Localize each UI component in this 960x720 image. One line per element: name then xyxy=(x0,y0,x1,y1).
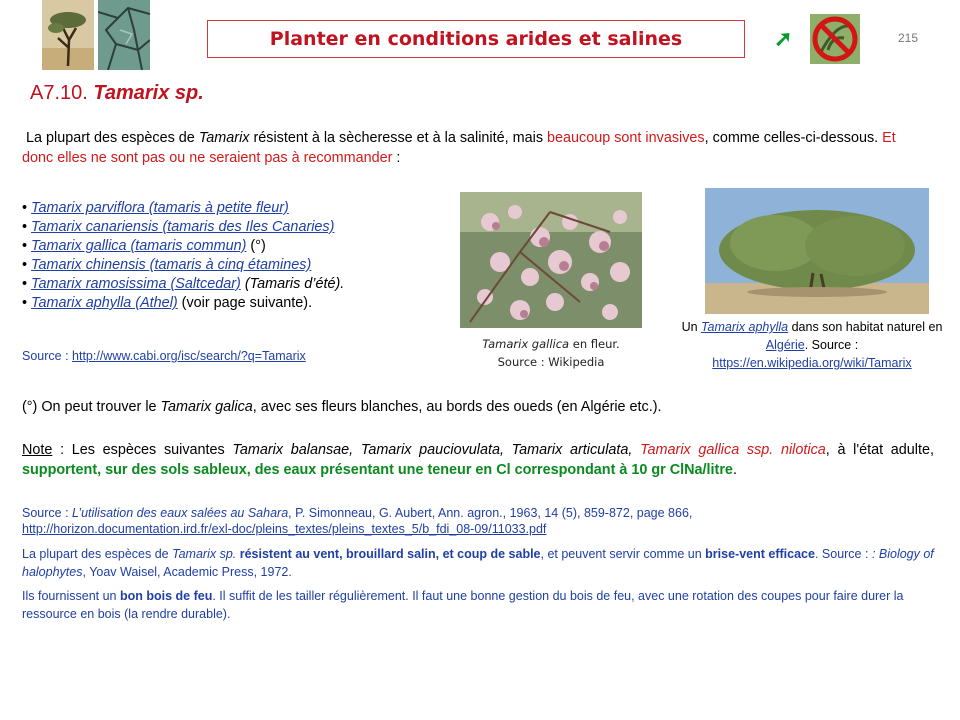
source-text: , P. Simonneau, G. Aubert, Ann. agron., … xyxy=(288,506,693,520)
page-number: 215 xyxy=(898,31,919,45)
caption-text: . Source : xyxy=(804,338,859,352)
species-link[interactable]: Tamarix chinensis (tamaris à cinq étamin… xyxy=(31,257,311,273)
para-bold: résistent au vent, brouillard salin, et … xyxy=(236,547,541,561)
intro-text: , comme celles-ci-dessous. xyxy=(704,130,883,146)
species-link[interactable]: Tamarix parviflora (tamaris à petite fle… xyxy=(31,200,289,216)
note-text: : Les espèces suivantes xyxy=(52,442,233,458)
caption-text: en fleur. xyxy=(569,337,620,351)
title-box: Planter en conditions arides et salines xyxy=(207,20,745,58)
cracked-soil-icon xyxy=(98,0,150,70)
species-list: • Tamarix parviflora (tamaris à petite f… xyxy=(22,199,462,313)
arrow-icon: ➚ xyxy=(774,26,793,51)
para-bold: bon bois de feu xyxy=(119,589,213,603)
caption-source: Source : Wikipedia xyxy=(497,355,605,369)
note-bold-green: supportent, sur des sols sableux, des ea… xyxy=(22,462,733,478)
para-text: La plupart des espèces de xyxy=(22,547,173,561)
note-galica: (°) On peut trouver le Tamarix galica, a… xyxy=(22,397,942,417)
tamarix-gallica-photo xyxy=(460,192,642,328)
photo2-caption: Un Tamarix aphylla dans son habitat natu… xyxy=(670,318,954,372)
para-text: , Yoav Waisel, Academic Press, 1972. xyxy=(82,565,292,579)
note-text: , à l'état adulte, xyxy=(825,442,934,458)
para-text: Ils fournissent un xyxy=(22,589,120,603)
note-species: Tamarix galica xyxy=(160,399,253,415)
list-item: • Tamarix gallica (tamaris commun) (°) xyxy=(22,237,462,256)
list-item: • Tamarix parviflora (tamaris à petite f… xyxy=(22,199,462,218)
note-species: Tamarix balansae, Tamarix pauciovulata, … xyxy=(232,442,641,458)
algerie-link[interactable]: Algérie xyxy=(766,338,805,352)
species-link[interactable]: Tamarix aphylla (Athel) xyxy=(31,295,178,311)
para-text: , et peuvent servir comme un xyxy=(540,547,706,561)
bullet: • xyxy=(22,295,28,311)
list-item: • Tamarix canariensis (tamaris des Iles … xyxy=(22,218,462,237)
note-text: . xyxy=(732,462,737,478)
species-link[interactable]: Tamarix ramosissima (Saltcedar) xyxy=(31,276,241,292)
page-title: Planter en conditions arides et salines xyxy=(269,28,683,50)
section-title: A7.10. Tamarix sp. xyxy=(30,82,204,105)
para-bold: brise-vent efficace xyxy=(705,547,815,561)
no-invasive-plant-icon xyxy=(810,14,860,64)
caption-text: Un xyxy=(681,320,702,334)
note-text: (°) On peut trouver le xyxy=(22,399,161,415)
note-species-red: Tamarix gallica ssp. nilotica xyxy=(640,442,826,458)
source-simonneau: Source : L’utilisation des eaux salées a… xyxy=(22,505,942,537)
aphylla-link[interactable]: Tamarix aphylla xyxy=(701,320,788,334)
intro-invasive: beaucoup sont invasives xyxy=(547,130,705,146)
intro-genus: Tamarix xyxy=(198,130,250,146)
note-text: , avec ses fleurs blanches, au bords des… xyxy=(252,399,662,415)
list-item: • Tamarix chinensis (tamaris à cinq étam… xyxy=(22,256,462,275)
windbreak-paragraph: La plupart des espèces de Tamarix sp. ré… xyxy=(22,545,942,581)
intro-text: résistent à la sècheresse et à la salini… xyxy=(249,130,548,146)
bullet: • xyxy=(22,257,28,273)
note-salinity: Note : Les espèces suivantes Tamarix bal… xyxy=(22,440,934,480)
ird-link[interactable]: http://horizon.documentation.ird.fr/exl-… xyxy=(22,522,546,536)
intro-text: : xyxy=(392,150,401,166)
species-link[interactable]: Tamarix canariensis (tamaris des Iles Ca… xyxy=(31,219,334,235)
firewood-paragraph: Ils fournissent un bon bois de feu. Il s… xyxy=(22,587,942,623)
source-title: L’utilisation des eaux salées au Sahara xyxy=(72,506,289,520)
bullet: • xyxy=(22,219,28,235)
species-note: (°) xyxy=(246,238,266,254)
wikipedia-link[interactable]: https://en.wikipedia.org/wiki/Tamarix xyxy=(712,356,911,370)
bullet: • xyxy=(22,200,28,216)
source-text: Source : xyxy=(22,506,73,520)
photo1-caption: Tamarix gallica en fleur. Source : Wikip… xyxy=(440,335,662,371)
source-cabi: Source : http://www.cabi.org/isc/search/… xyxy=(22,349,306,363)
cabi-link[interactable]: http://www.cabi.org/isc/search/?q=Tamari… xyxy=(72,349,306,363)
section-name: Tamarix sp. xyxy=(93,82,204,104)
list-item: • Tamarix ramosissima (Saltcedar) (Tamar… xyxy=(22,275,462,294)
para-text: . Source : xyxy=(814,547,872,561)
list-item: • Tamarix aphylla (Athel) (voir page sui… xyxy=(22,294,462,313)
note-label: Note xyxy=(22,442,53,458)
tamarix-aphylla-photo xyxy=(705,188,929,314)
species-link[interactable]: Tamarix gallica (tamaris commun) xyxy=(31,238,246,254)
desert-tree-icon xyxy=(42,0,94,70)
source-label: Source : xyxy=(22,349,73,363)
intro-paragraph: La plupart des espèces de Tamarix résist… xyxy=(22,128,922,168)
section-number: A7.10. xyxy=(30,82,88,104)
para-species: Tamarix sp. xyxy=(172,547,237,561)
species-note: (Tamaris d’été). xyxy=(240,276,345,292)
caption-species: Tamarix gallica xyxy=(482,337,570,351)
species-note: (voir page suivante). xyxy=(177,295,313,311)
intro-text: La plupart des espèces de xyxy=(26,130,199,146)
bullet: • xyxy=(22,238,28,254)
bullet: • xyxy=(22,276,28,292)
caption-text: dans son habitat naturel en xyxy=(788,320,943,334)
